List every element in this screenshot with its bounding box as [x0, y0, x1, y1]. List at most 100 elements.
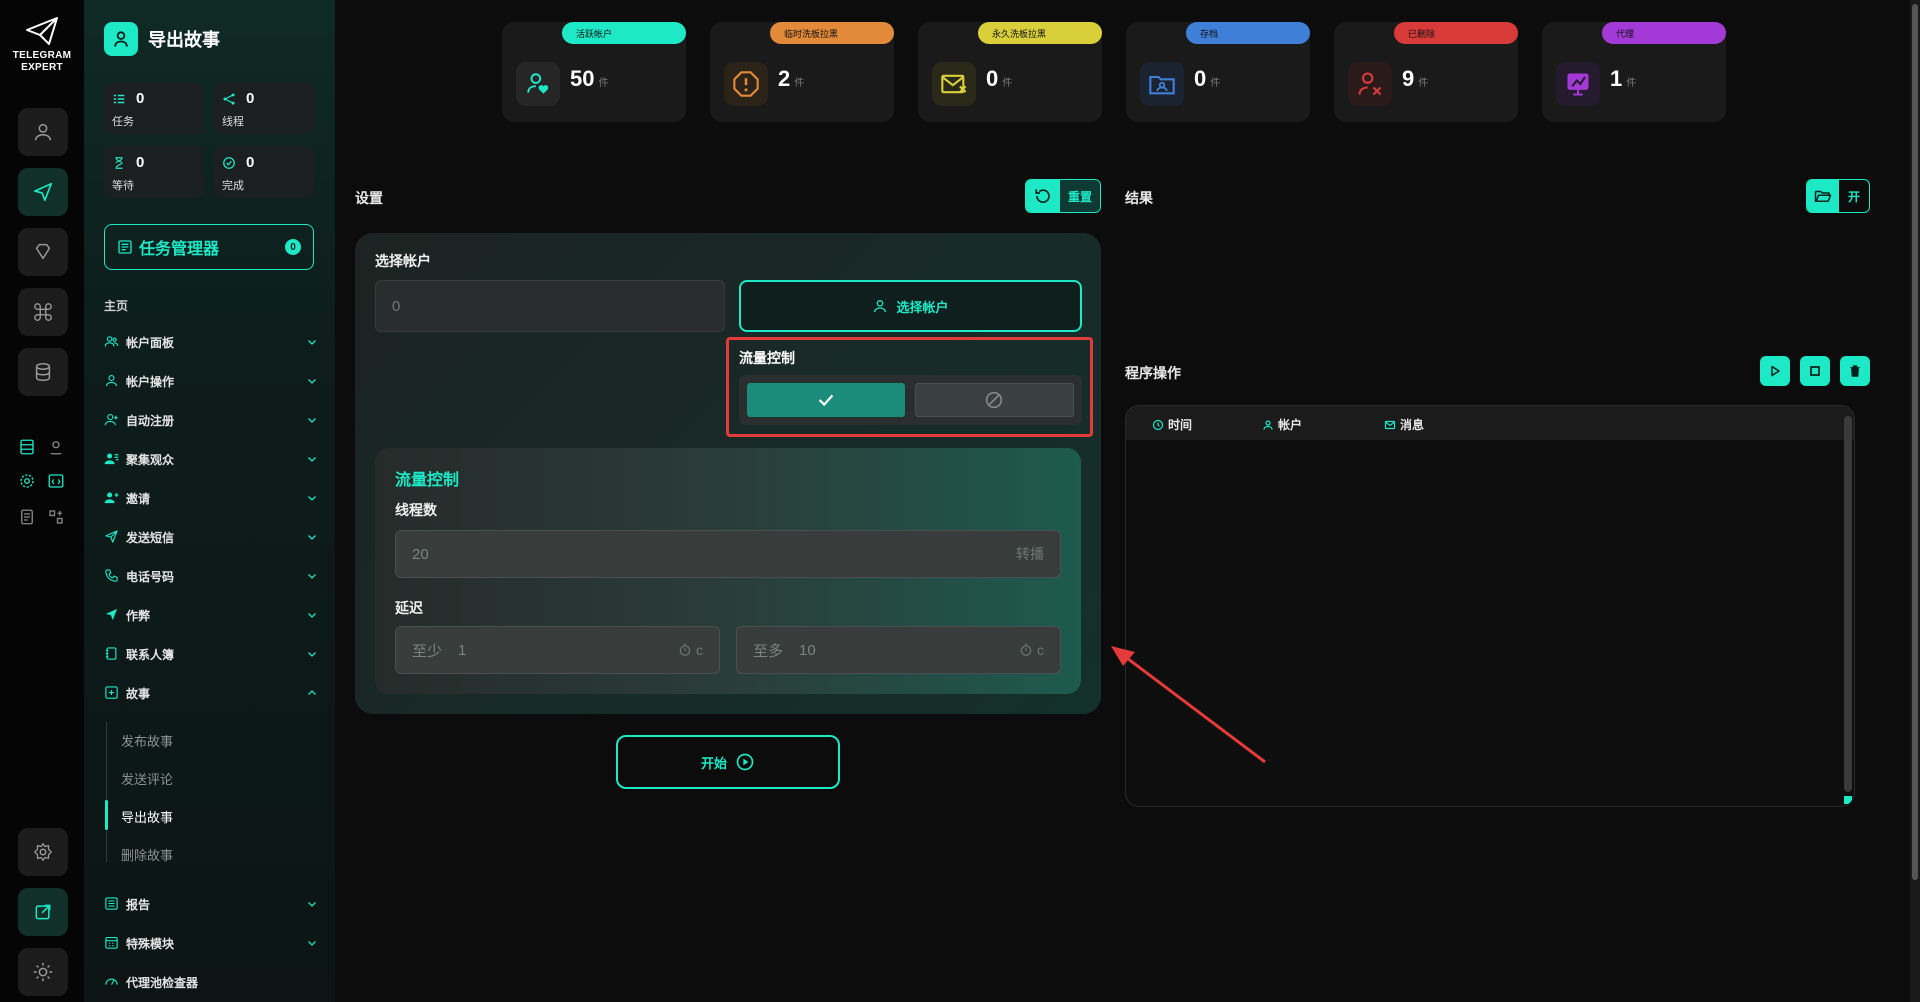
sub-item-send-comment[interactable]: 发送评论: [121, 769, 173, 788]
delay-max-value: 10: [799, 641, 816, 659]
logo-line1: TELEGRAM: [12, 50, 72, 61]
user-icon: [1262, 419, 1274, 431]
rail-command-button[interactable]: [18, 288, 68, 336]
nav-item-account-ops[interactable]: 帐户操作: [104, 369, 318, 393]
refresh-icon: [1026, 180, 1060, 212]
nav-item-account-panel[interactable]: 帐户面板: [104, 330, 318, 354]
page-scrollbar-thumb[interactable]: [1912, 4, 1918, 880]
rail-theme-button[interactable]: [18, 948, 68, 996]
status-card-deleted[interactable]: 已删除 9件: [1334, 22, 1518, 122]
rail-diamond-button[interactable]: [18, 228, 68, 276]
nav-item-label: 帐户面板: [126, 335, 175, 350]
check-circle-icon: [222, 156, 236, 170]
results-title: 结果: [1125, 190, 1153, 206]
stat-tasks-value: 0: [136, 90, 145, 107]
rail-export-button[interactable]: [18, 888, 68, 936]
status-tag: 代理: [1602, 22, 1726, 44]
status-card-temp-ban[interactable]: 临时洗板拉黑 2件: [710, 22, 894, 122]
select-account-button-label: 选择帐户: [896, 299, 949, 315]
play-button[interactable]: [1760, 356, 1790, 386]
log-col-message[interactable]: 消息: [1384, 416, 1424, 433]
account-count-field[interactable]: 0: [375, 280, 725, 332]
status-value: 1件: [1610, 66, 1637, 91]
chevron-down-icon: [306, 414, 318, 426]
submenu-active-indicator: [105, 800, 108, 830]
rail-settings-button[interactable]: [18, 828, 68, 876]
nav-item-cheat[interactable]: 作弊: [104, 603, 318, 627]
nav-item-label: 作弊: [126, 608, 151, 623]
status-card-perm-ban[interactable]: 永久洗板拉黑 0件: [918, 22, 1102, 122]
log-col-account[interactable]: 帐户: [1262, 416, 1302, 433]
status-card-active-accounts[interactable]: 活跃帐户 50 件: [502, 22, 686, 122]
gauge-icon: [104, 974, 120, 990]
start-button[interactable]: 开始: [616, 735, 840, 789]
nav-item-stories[interactable]: 故事: [104, 681, 318, 705]
threads-input[interactable]: 20 转播: [395, 530, 1061, 578]
chevron-down-icon: [306, 375, 318, 387]
chevron-down-icon: [306, 898, 318, 910]
telegram-logo-icon: [26, 17, 58, 45]
nav-item-phone-number[interactable]: 电话号码: [104, 564, 318, 588]
chevron-down-icon: [306, 937, 318, 949]
nav-item-send-sms[interactable]: 发送短信: [104, 525, 318, 549]
sub-item-delete-story[interactable]: 删除故事: [121, 845, 173, 864]
rail-mini-modules-icon[interactable]: [45, 506, 67, 528]
rail-mini-server-icon[interactable]: [16, 436, 38, 458]
database-icon: [35, 363, 51, 381]
flow-control-on-button[interactable]: [747, 383, 905, 417]
nav-item-gather-audience[interactable]: 聚集观众: [104, 447, 318, 471]
reset-button[interactable]: 重置: [1025, 179, 1101, 213]
stop-button[interactable]: [1800, 356, 1830, 386]
status-value: 50 件: [570, 66, 609, 91]
sub-item-export-story[interactable]: 导出故事: [121, 807, 173, 826]
rail-database-button[interactable]: [18, 348, 68, 396]
status-card-proxy[interactable]: 代理 1件: [1542, 22, 1726, 122]
rail-user-button[interactable]: [18, 108, 68, 156]
rail-send-button[interactable]: [18, 168, 68, 216]
clear-log-button[interactable]: [1840, 356, 1870, 386]
rail-mini-code-icon[interactable]: [45, 470, 67, 492]
stat-card-tasks: 0 任务: [104, 82, 204, 134]
nav-item-label: 发送短信: [126, 530, 175, 545]
stat-threads-value: 0: [246, 90, 255, 107]
delay-min-input[interactable]: 至少 1 c: [395, 626, 720, 674]
play-circle-icon: [736, 753, 754, 771]
stat-threads-label: 线程: [222, 116, 244, 128]
flow-section-title: 流量控制: [395, 472, 460, 489]
select-account-button[interactable]: 选择帐户: [739, 280, 1082, 332]
nav-item-invite[interactable]: 邀请: [104, 486, 318, 510]
hourglass-icon: [112, 156, 126, 170]
rail-mini-gear-icon[interactable]: [16, 470, 38, 492]
nav-item-special-modules[interactable]: 特殊模块: [104, 931, 318, 955]
command-icon: [34, 303, 52, 321]
program-ops-title: 程序操作: [1125, 365, 1181, 381]
task-manager-button[interactable]: 任务管理器 0: [104, 224, 314, 270]
resize-handle-icon[interactable]: [1844, 796, 1852, 804]
status-tag: 存档: [1186, 22, 1310, 44]
delay-max-input[interactable]: 至多 10 c: [736, 626, 1061, 674]
annotation-arrow: [1111, 646, 1266, 764]
open-folder-button[interactable]: 开: [1806, 179, 1870, 213]
nav-home[interactable]: 主页: [104, 297, 128, 314]
log-scrollbar[interactable]: [1844, 416, 1852, 792]
status-tag: 临时洗板拉黑: [770, 22, 894, 44]
rail-mini-document-icon[interactable]: [16, 506, 38, 528]
task-manager-icon: [118, 240, 132, 254]
logo: TELEGRAM EXPERT: [0, 16, 84, 74]
delay-min-label: 至少: [412, 642, 443, 660]
sub-item-publish-story[interactable]: 发布故事: [121, 731, 173, 750]
nav-item-reports[interactable]: 报告: [104, 892, 318, 916]
log-col-time[interactable]: 时间: [1152, 416, 1192, 433]
chevron-down-icon: [306, 336, 318, 348]
page-scrollbar[interactable]: [1910, 0, 1920, 1002]
nav-item-label: 联系人簿: [126, 647, 175, 662]
nav-item-contacts[interactable]: 联系人簿: [104, 642, 318, 666]
status-card-archive[interactable]: 存档 0件: [1126, 22, 1310, 122]
stat-done-label: 完成: [222, 180, 244, 192]
nav-item-proxy-checker[interactable]: 代理池检查器: [104, 970, 318, 994]
chevron-down-icon: [306, 492, 318, 504]
rail-mini-location-icon[interactable]: [45, 436, 67, 458]
flow-control-off-button[interactable]: [914, 383, 1074, 417]
status-tag: 永久洗板拉黑: [978, 22, 1102, 44]
nav-item-auto-register[interactable]: 自动注册: [104, 408, 318, 432]
